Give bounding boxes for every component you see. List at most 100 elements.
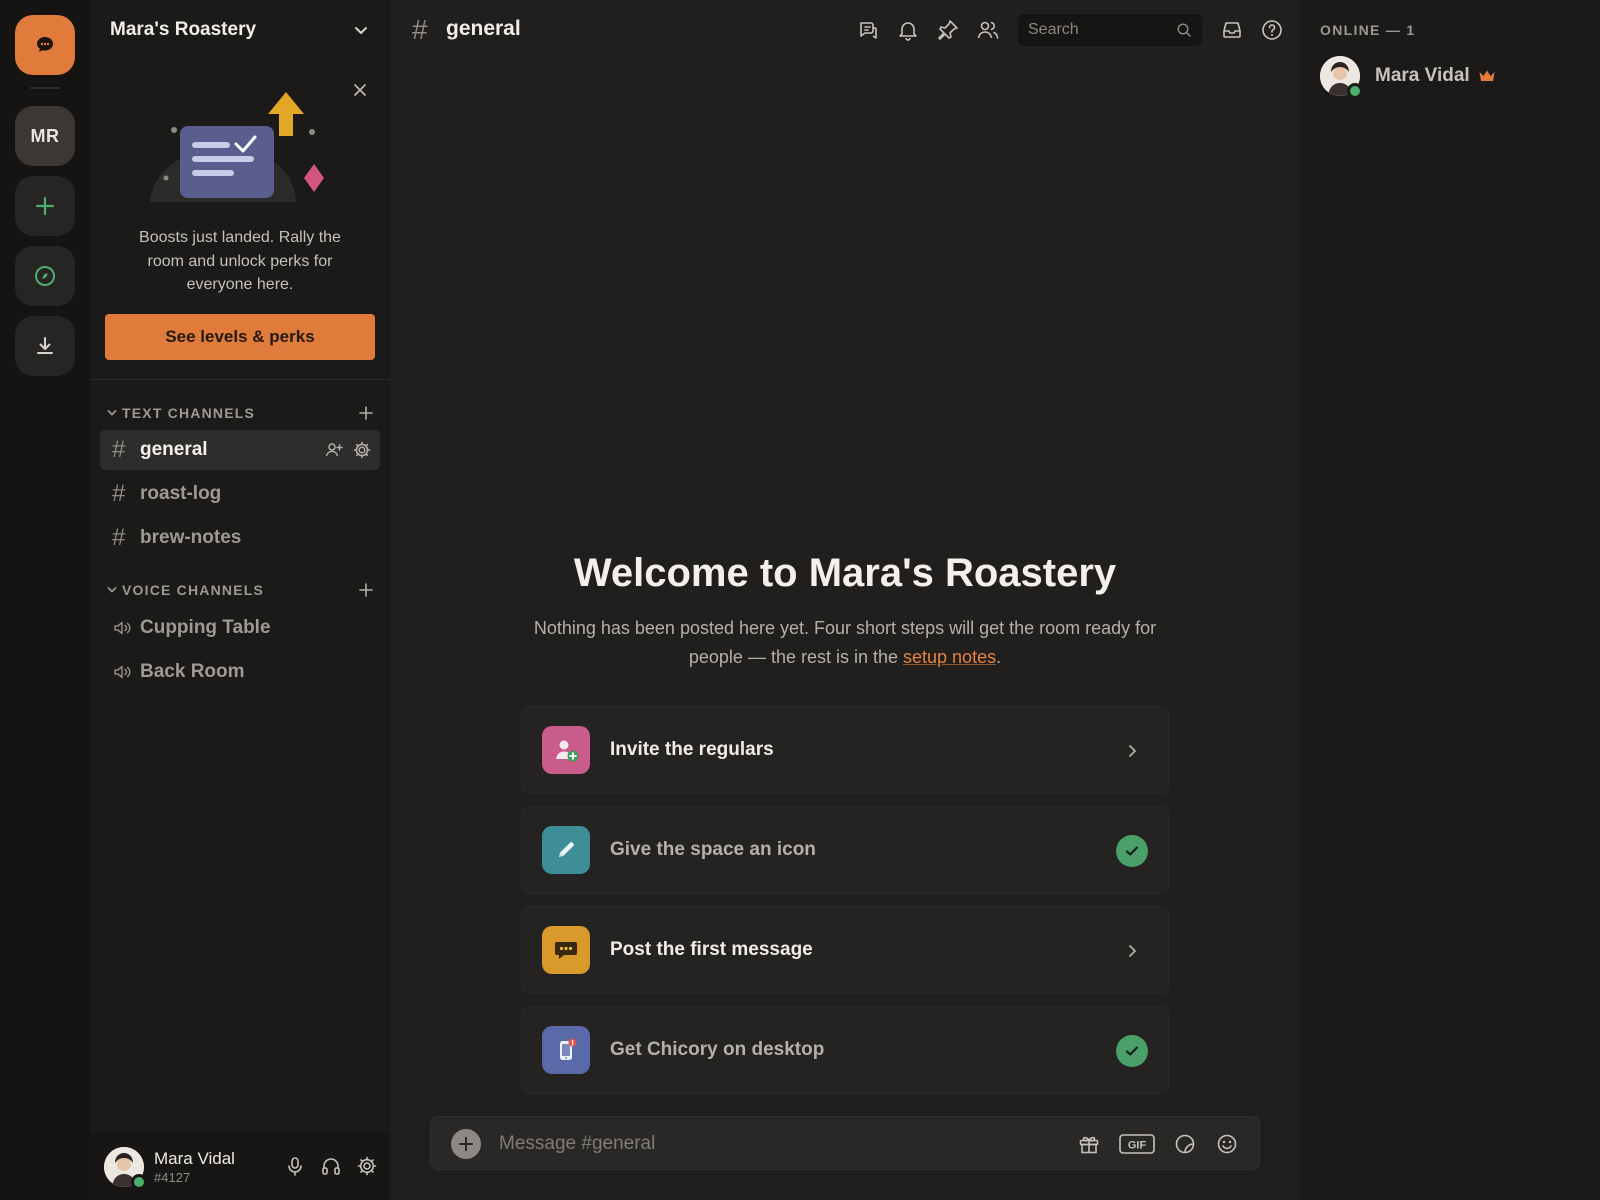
- user-panel: Mara Vidal #4127: [90, 1133, 390, 1200]
- user-tag: #4127: [154, 1169, 191, 1185]
- server-name: Mara's Roastery: [110, 19, 257, 40]
- see-levels-button[interactable]: See levels & perks: [105, 314, 375, 360]
- add-channel-icon[interactable]: [356, 580, 376, 600]
- category-label: VOICE CHANNELS: [122, 582, 265, 598]
- server-icon-mr[interactable]: MR: [15, 106, 75, 166]
- gift-icon[interactable]: [1077, 1132, 1101, 1156]
- add-server-button[interactable]: [15, 176, 75, 236]
- home-button[interactable]: [15, 15, 75, 75]
- category-voice-channels[interactable]: VOICE CHANNELS: [106, 580, 376, 600]
- channel-general[interactable]: # general: [100, 430, 380, 470]
- step-invite-regulars[interactable]: Invite the regulars: [521, 706, 1169, 794]
- online-status-dot: [1347, 83, 1363, 99]
- gear-icon[interactable]: [356, 1155, 378, 1177]
- voice-channel-cupping-table[interactable]: Cupping Table: [100, 608, 380, 648]
- threads-icon[interactable]: [856, 18, 880, 42]
- pencil-icon: [542, 826, 590, 874]
- microphone-icon[interactable]: [284, 1155, 306, 1177]
- channel-name: Cupping Table: [140, 617, 271, 638]
- pin-icon[interactable]: [936, 18, 960, 42]
- header-toolbar: [856, 18, 1000, 42]
- channel-title: general: [446, 17, 521, 40]
- boost-description: Boosts just landed. Rally the room and u…: [139, 229, 341, 293]
- category-label: TEXT CHANNELS: [122, 405, 256, 421]
- username: Mara Vidal: [154, 1148, 235, 1168]
- welcome-title: Welcome to Mara's Roastery: [573, 551, 1117, 595]
- main-chat-area: # general Search Welcome to Mara's Roast…: [390, 0, 1300, 1200]
- online-count-header: ONLINE — 1: [1320, 22, 1416, 38]
- help-icon[interactable]: [1260, 18, 1284, 42]
- member-name: Mara Vidal: [1375, 65, 1470, 86]
- explore-button[interactable]: [15, 246, 75, 306]
- compass-icon: [33, 264, 57, 288]
- invite-user-icon: [542, 726, 590, 774]
- user-avatar[interactable]: [104, 1146, 147, 1190]
- member-item[interactable]: Mara Vidal: [1320, 56, 1496, 99]
- member-avatar: [1320, 56, 1363, 99]
- channel-actions: [324, 440, 372, 460]
- boost-illustration: [150, 74, 330, 204]
- invite-user-icon[interactable]: [324, 440, 344, 460]
- channel-header: # general: [390, 0, 1300, 60]
- hash-icon: #: [112, 524, 126, 551]
- gif-label: GIF: [1128, 1140, 1147, 1152]
- close-icon[interactable]: [350, 80, 370, 100]
- crown-icon: [1478, 69, 1496, 83]
- message-input[interactable]: [499, 1131, 1059, 1157]
- voice-channel-back-room[interactable]: Back Room: [100, 652, 380, 692]
- speaker-icon: [112, 662, 140, 682]
- composer-tools: GIF: [1077, 1132, 1239, 1156]
- server-rail: MR: [0, 0, 90, 1200]
- hash-icon: #: [412, 14, 428, 45]
- gear-icon[interactable]: [352, 440, 372, 460]
- chat-bubble-icon: [34, 34, 56, 56]
- chevron-down-icon: [352, 21, 370, 39]
- subtitle-end: .: [996, 647, 1002, 667]
- user-controls: [284, 1155, 378, 1177]
- speaker-icon: [112, 618, 140, 638]
- setup-notes-link[interactable]: setup notes: [903, 647, 996, 667]
- step-label: Invite the regulars: [610, 739, 774, 760]
- step-label: Give the space an icon: [610, 839, 816, 860]
- search-input[interactable]: [1028, 21, 1168, 39]
- subtitle-text: Nothing has been posted here yet. Four s…: [533, 618, 1157, 667]
- server-header[interactable]: Mara's Roastery: [90, 0, 390, 60]
- download-apps-button[interactable]: [15, 316, 75, 376]
- header-toolbar-right: [1220, 18, 1284, 42]
- channel-name: Back Room: [140, 661, 245, 682]
- message-composer: GIF: [430, 1116, 1260, 1170]
- chevron-right-icon: [1116, 935, 1148, 967]
- rail-separator: [30, 87, 60, 89]
- headphones-icon[interactable]: [320, 1155, 342, 1177]
- add-attachment-button[interactable]: [451, 1129, 481, 1159]
- emoji-icon[interactable]: [1215, 1132, 1239, 1156]
- check-icon: [1116, 1035, 1148, 1067]
- category-text-channels[interactable]: TEXT CHANNELS: [106, 403, 376, 423]
- add-channel-icon[interactable]: [356, 403, 376, 423]
- search-box[interactable]: [1018, 14, 1202, 46]
- check-icon: [1116, 835, 1148, 867]
- download-icon: [34, 335, 56, 357]
- channel-name: general: [140, 439, 208, 460]
- channel-roast-log[interactable]: # roast-log: [100, 474, 380, 514]
- step-label: Get Chicory on desktop: [610, 1039, 825, 1060]
- chevron-down-icon: [106, 584, 118, 596]
- channel-brew-notes[interactable]: # brew-notes: [100, 518, 380, 558]
- user-info[interactable]: Mara Vidal #4127: [154, 1149, 235, 1185]
- search-icon: [1176, 22, 1192, 38]
- channel-sidebar: Mara's Roastery Boosts just landed. Rall…: [90, 0, 390, 1200]
- boost-promo-card: Boosts just landed. Rally the room and u…: [90, 60, 390, 380]
- channel-name: brew-notes: [140, 527, 242, 548]
- hash-icon: #: [112, 436, 126, 463]
- inbox-icon[interactable]: [1220, 18, 1244, 42]
- chevron-down-icon: [106, 407, 118, 419]
- members-icon[interactable]: [976, 18, 1000, 42]
- gif-icon[interactable]: GIF: [1119, 1133, 1155, 1155]
- plus-icon: [34, 195, 56, 217]
- sticker-icon[interactable]: [1173, 1132, 1197, 1156]
- step-give-icon[interactable]: Give the space an icon: [521, 806, 1169, 894]
- step-first-message[interactable]: Post the first message: [521, 906, 1169, 994]
- step-get-desktop[interactable]: Get Chicory on desktop: [521, 1006, 1169, 1094]
- bell-icon[interactable]: [896, 18, 920, 42]
- message-bubble-icon: [542, 926, 590, 974]
